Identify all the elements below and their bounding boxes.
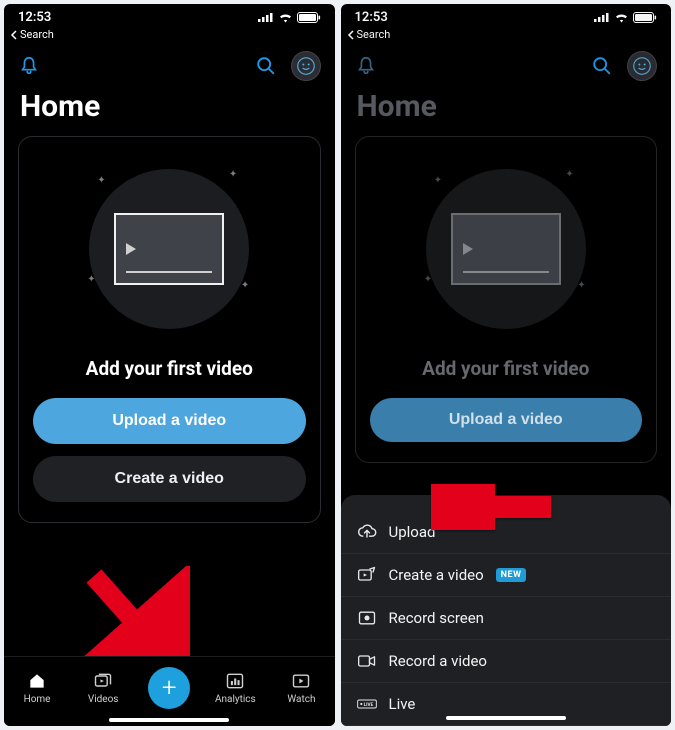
tab-videos[interactable]: Videos [76, 671, 130, 705]
play-box-icon [291, 671, 311, 691]
home-icon [27, 671, 47, 691]
add-fab[interactable]: + [142, 667, 196, 709]
videos-icon [93, 671, 113, 691]
tab-home[interactable]: Home [10, 671, 64, 705]
top-bar [4, 45, 335, 87]
tab-watch[interactable]: Watch [274, 671, 328, 705]
sheet-upload[interactable]: Upload [341, 511, 672, 554]
camcorder-icon [357, 653, 377, 669]
search-button[interactable] [255, 55, 277, 77]
search-icon [255, 55, 277, 77]
profile-avatar[interactable] [291, 51, 321, 81]
empty-illustration: ✦✦ ✦✦ [79, 159, 259, 339]
home-indicator [109, 718, 229, 722]
sheet-record-screen-label: Record screen [389, 609, 484, 627]
tab-home-label: Home [24, 694, 51, 705]
status-right [258, 12, 321, 23]
tab-analytics[interactable]: Analytics [208, 671, 262, 705]
live-badge-icon: LIVE [357, 697, 377, 711]
signal-icon [258, 12, 274, 22]
avatar-face-icon [297, 57, 315, 75]
sheet-live-label: Live [389, 695, 416, 713]
action-sheet: Upload Create a video NEW Record screen … [341, 495, 672, 726]
sheet-record-video[interactable]: Record a video [341, 640, 672, 683]
bell-icon [18, 55, 40, 77]
upload-video-button[interactable]: Upload a video [33, 398, 306, 444]
back-label: Search [20, 28, 54, 41]
plus-icon: + [148, 667, 190, 709]
screenshot-left: 12:53 Search Home ✦✦ ✦✦ [4, 4, 335, 726]
home-indicator [446, 716, 566, 720]
empty-state-card: ✦✦ ✦✦ Add your first video Upload a vide… [18, 136, 321, 523]
tab-videos-label: Videos [88, 694, 119, 705]
sheet-create[interactable]: Create a video NEW [341, 554, 672, 597]
sheet-record-video-label: Record a video [389, 652, 488, 670]
bottom-tab-bar: Home Videos + Analytics Watch [4, 656, 335, 726]
battery-icon [297, 12, 321, 23]
status-bar: 12:53 [4, 4, 335, 28]
sheet-upload-label: Upload [389, 523, 436, 541]
cloud-upload-icon [357, 523, 377, 541]
chevron-left-icon [10, 30, 18, 40]
chart-icon [225, 671, 245, 691]
status-time: 12:53 [18, 10, 51, 25]
empty-heading: Add your first video [86, 357, 253, 380]
record-screen-icon [357, 609, 377, 627]
tab-analytics-label: Analytics [215, 694, 256, 705]
new-badge: NEW [496, 568, 527, 582]
tab-watch-label: Watch [287, 694, 315, 705]
sheet-record-screen[interactable]: Record screen [341, 597, 672, 640]
create-video-icon [357, 566, 377, 584]
svg-text:LIVE: LIVE [363, 702, 373, 708]
video-thumb-icon [114, 213, 224, 285]
sheet-create-label: Create a video [389, 566, 484, 584]
screenshot-right: 12:53 Search Home ✦✦ ✦✦ [341, 4, 672, 726]
notifications-button[interactable] [18, 55, 40, 77]
sheet-grabber[interactable] [488, 501, 524, 505]
wifi-icon [278, 12, 293, 23]
back-search[interactable]: Search [4, 28, 335, 45]
create-video-button[interactable]: Create a video [33, 456, 306, 502]
page-title: Home [4, 87, 335, 136]
